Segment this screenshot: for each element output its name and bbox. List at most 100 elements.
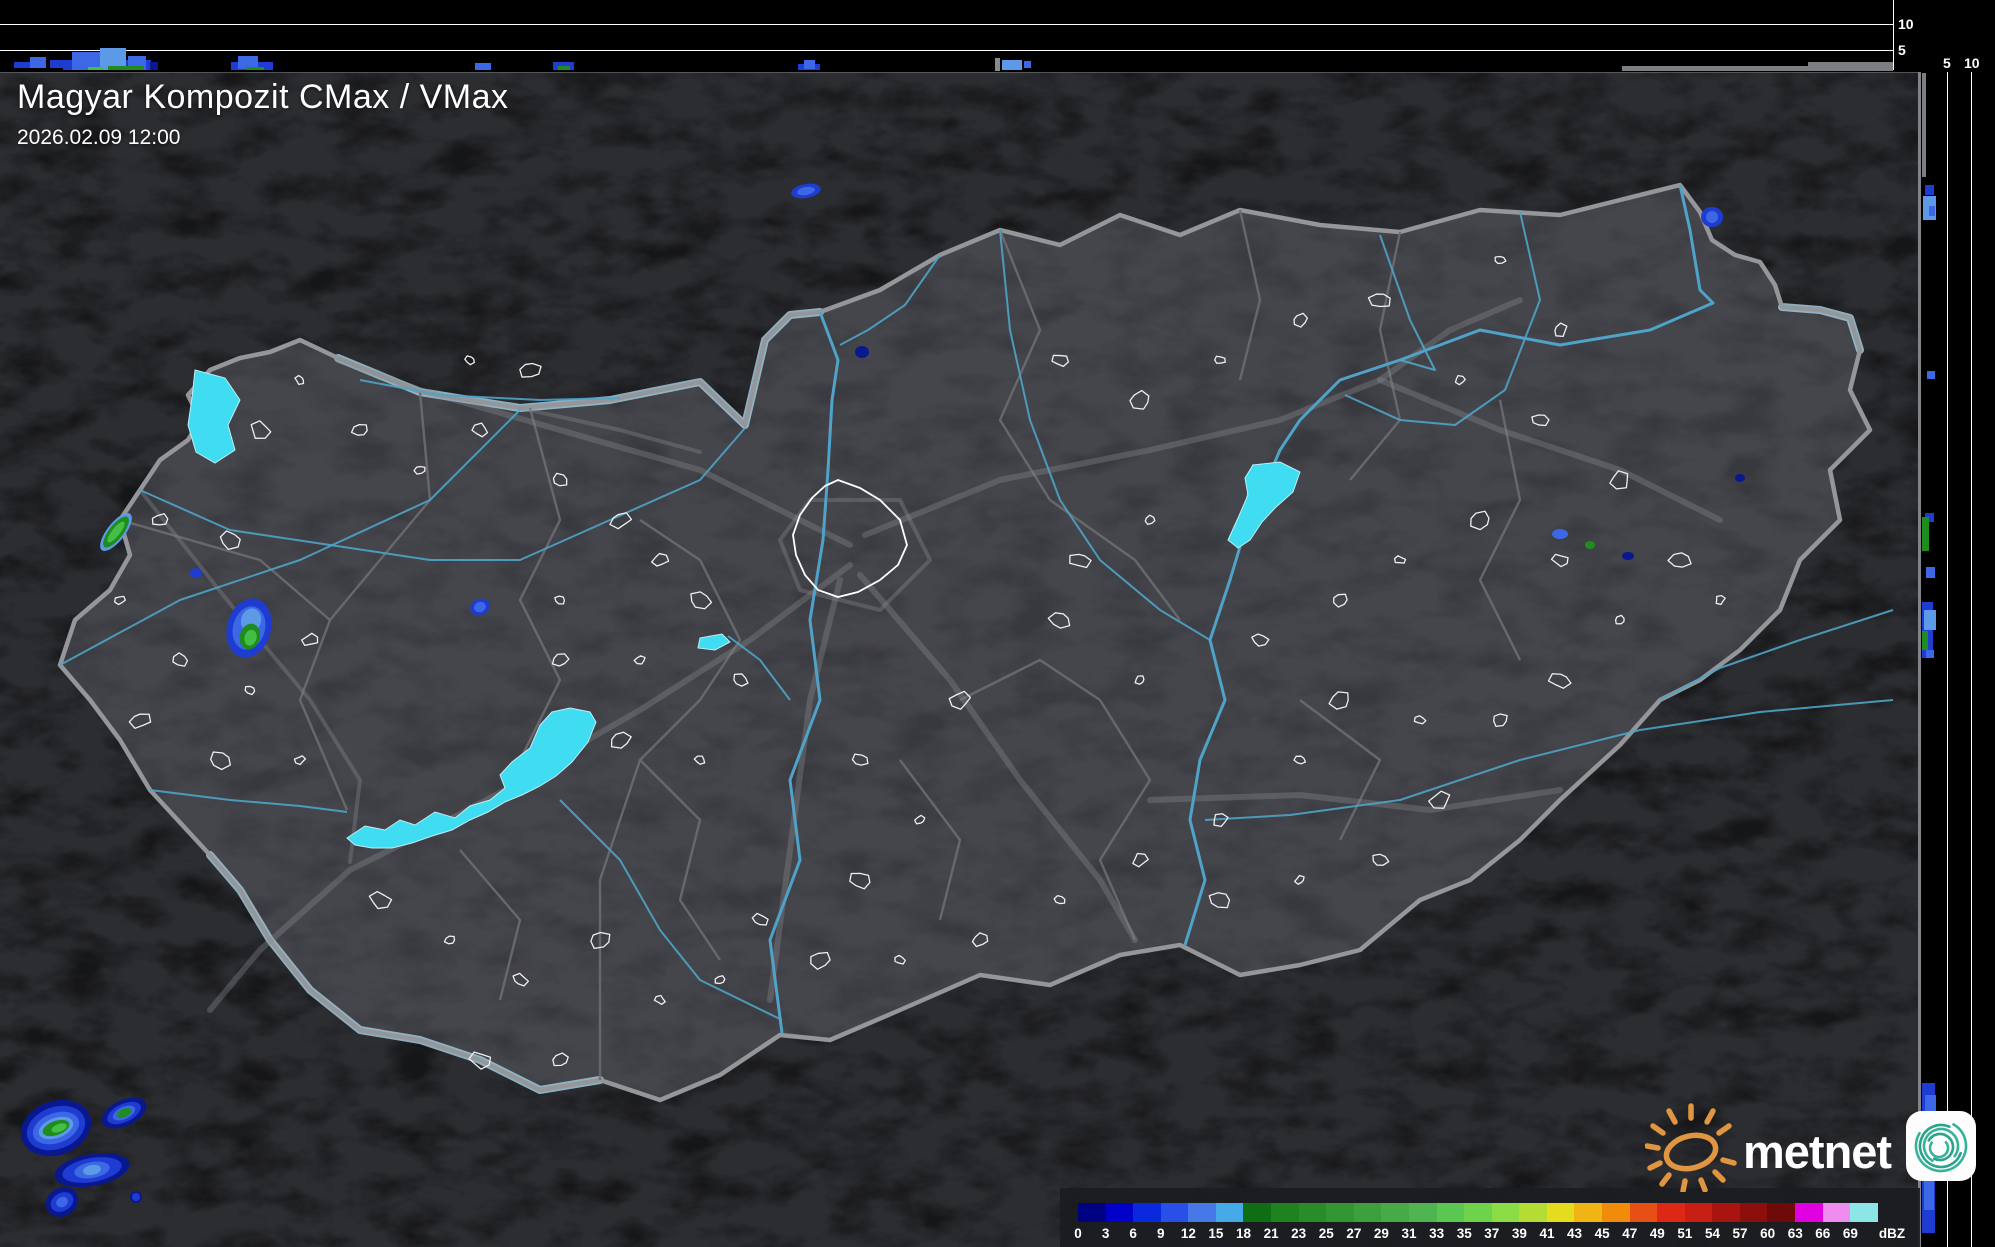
legend-tick-label: 25 (1318, 1226, 1334, 1241)
profile-echo (1924, 610, 1936, 630)
legend-color-block (1298, 1203, 1327, 1222)
profile-echo (558, 66, 570, 70)
profile-echo (1925, 185, 1934, 195)
legend-tick-label: 49 (1649, 1226, 1665, 1241)
legend-tick-label: 51 (1677, 1226, 1693, 1241)
legend-tick-label: 21 (1263, 1226, 1279, 1241)
legend-tick-label: 18 (1236, 1226, 1252, 1241)
legend-tick-label: 41 (1539, 1226, 1555, 1241)
legend-color-block (1712, 1203, 1740, 1222)
metnet-logo-text: metnet (1743, 1124, 1892, 1178)
legend-color-block (1188, 1203, 1216, 1222)
legend-tick-label: 33 (1429, 1226, 1445, 1241)
top-panel-axis-line (1893, 0, 1894, 70)
top-axis-label-5: 5 (1898, 42, 1906, 58)
legend-color-block (1684, 1203, 1713, 1222)
legend-color-block (1491, 1203, 1520, 1222)
timestamp: 2026.02.09 12:00 (17, 126, 181, 149)
legend-color-block (1271, 1203, 1299, 1222)
legend-color-block (1105, 1203, 1134, 1222)
profile-echo (30, 57, 46, 68)
top-gridline-10km (0, 24, 1893, 25)
legend-color-block (1739, 1203, 1768, 1222)
legend-color-block (1133, 1203, 1161, 1222)
profile-echo (804, 60, 815, 69)
right-gridline-10km (1971, 8, 1972, 1247)
legend-tick-label: 6 (1129, 1226, 1137, 1241)
legend-color-block (1850, 1203, 1878, 1222)
legend-color-block (1215, 1203, 1244, 1222)
top-height-profile-panel: 10 5 5 10 (0, 0, 1995, 72)
profile-echo (1808, 62, 1893, 71)
profile-echo (1927, 371, 1935, 379)
legend-unit-label: dBZ (1878, 1226, 1906, 1241)
legend-tick-label: 35 (1456, 1226, 1472, 1241)
legend-color-block (1353, 1203, 1382, 1222)
legend-tick-label: 27 (1346, 1226, 1362, 1241)
sun-icon (1645, 1103, 1737, 1192)
legend-tick-label: 3 (1101, 1226, 1110, 1241)
profile-echo (1926, 567, 1935, 578)
right-axis-label-10: 10 (1964, 55, 1980, 71)
profile-echo (995, 58, 1000, 71)
profile-echo (1929, 206, 1935, 216)
profile-echo (50, 60, 64, 68)
profile-echo (1922, 73, 1926, 177)
legend-tick-label: 29 (1373, 1226, 1389, 1241)
legend-tick-label: 45 (1594, 1226, 1610, 1241)
legend-tick-label: 63 (1787, 1226, 1803, 1241)
metnet-branding: metnet (1645, 1100, 1977, 1192)
legend-color-bar (1078, 1203, 1878, 1222)
legend-color-block (1160, 1203, 1189, 1222)
right-gridline-5km (1947, 8, 1948, 1247)
profile-echo (1922, 631, 1928, 650)
page-title: Magyar Kompozit CMax / VMax (17, 78, 509, 116)
legend-tick-label: 39 (1511, 1226, 1527, 1241)
legend-color-block (1822, 1203, 1851, 1222)
legend-tick-label: 15 (1208, 1226, 1224, 1241)
top-gridline-5km (0, 50, 1893, 51)
legend-tick-label: 60 (1760, 1226, 1776, 1241)
profile-echo (1024, 61, 1031, 68)
profile-echo (1926, 650, 1934, 658)
profile-echo (1922, 517, 1929, 551)
legend-color-block (1408, 1203, 1437, 1222)
legend-tick-label: 54 (1704, 1226, 1720, 1241)
profile-echo (88, 67, 104, 70)
legend-color-block (1326, 1203, 1354, 1222)
profile-echo (475, 63, 491, 70)
legend-color-block (1078, 1203, 1106, 1222)
profile-echo (1002, 60, 1022, 70)
profile-echo (150, 62, 158, 70)
top-axis-label-10: 10 (1898, 16, 1914, 32)
metnet-app-icon (1906, 1111, 1977, 1181)
legend-color-block (1436, 1203, 1465, 1222)
legend-tick-label: 37 (1484, 1226, 1500, 1241)
map-canvas (0, 69, 1921, 1247)
profile-echo (1622, 66, 1808, 71)
legend-color-block (1657, 1203, 1685, 1222)
legend-color-block (1546, 1203, 1575, 1222)
legend-color-block (1243, 1203, 1272, 1222)
legend-tick-label: 31 (1401, 1226, 1417, 1241)
profile-echo (1926, 1215, 1934, 1233)
legend-color-block (1767, 1203, 1796, 1222)
legend-color-block (1381, 1203, 1409, 1222)
right-axis-label-5: 5 (1943, 55, 1951, 71)
legend-tick-label: 66 (1815, 1226, 1831, 1241)
legend-tick-label: 43 (1567, 1226, 1583, 1241)
profile-echo (108, 66, 144, 70)
legend-tick-label: 57 (1732, 1226, 1748, 1241)
legend-color-block (1601, 1203, 1630, 1222)
profile-echo (246, 67, 264, 70)
title-block: Magyar Kompozit CMax / VMax 2026.02.09 1… (17, 78, 509, 150)
dbz-color-legend: 0 3 6 9 12 15 18 21 23 25 27 29 31 33 35 37 39 41 43 45 47 49… (1060, 1188, 1920, 1247)
legend-color-block (1795, 1203, 1823, 1222)
hungary-radar-map (0, 0, 1995, 1247)
legend-color-block (1464, 1203, 1492, 1222)
legend-color-block (1519, 1203, 1547, 1222)
legend-color-block (1574, 1203, 1602, 1222)
legend-tick-label: 12 (1180, 1226, 1196, 1241)
legend-tick-label: 47 (1622, 1226, 1638, 1241)
legend-tick-label: 9 (1156, 1226, 1165, 1241)
